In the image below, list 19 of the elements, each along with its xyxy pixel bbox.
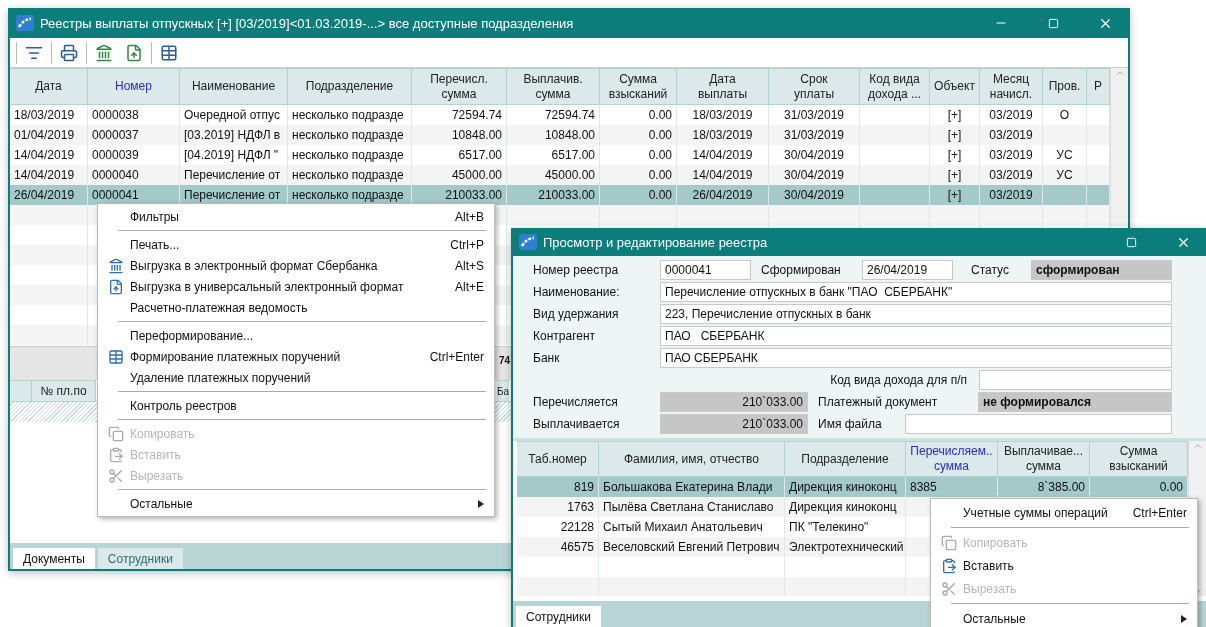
field-label: Выплачивается [533, 417, 621, 431]
field-label: Платежный документ [817, 395, 939, 409]
status-field: сформирован [1031, 260, 1172, 280]
field-label: Банк [533, 351, 561, 365]
window-title: Реестры выплаты отпускных [+] [03/2019]<01.03.2019-...> все доступные подразделения [40, 15, 575, 31]
field-label: Статус [970, 263, 1010, 277]
field-label: Контрагент [533, 329, 597, 343]
field-label: Вид удержания [533, 307, 620, 321]
amount-field: 210`033.00 [660, 392, 808, 412]
total-amount: 74 [499, 355, 511, 366]
field-label: Сформирован [760, 263, 842, 277]
field-label: Номер реестра [533, 263, 620, 277]
field-label: Код вида дохода для п/п [830, 373, 968, 387]
field-label: Наименование: [533, 285, 621, 299]
field-label: Имя файла [817, 417, 883, 431]
status-field: не формировался [978, 392, 1172, 412]
amount-field: 210`033.00 [660, 414, 808, 434]
window-title: Просмотр и редактирование реестра [543, 234, 769, 250]
field-label: Перечисляется [533, 395, 619, 409]
